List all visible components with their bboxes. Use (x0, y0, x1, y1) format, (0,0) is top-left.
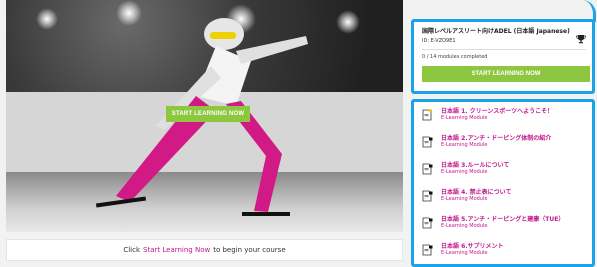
course-info-panel: 国際レベルアスリート向けADEL (日本語 Japanese) ID: E-VZ… (411, 19, 595, 94)
begin-hint-suffix: to begin your course (213, 246, 286, 254)
document-lock-icon (422, 217, 433, 229)
stadium-light (36, 8, 58, 30)
module-item[interactable]: 日本語 3.ルールについて E-Learning Module (422, 162, 588, 189)
document-lock-icon (422, 136, 433, 148)
module-item[interactable]: 日本語 1. クリーンスポーツへようこそ！ E-Learning Module (422, 108, 588, 135)
module-type: E-Learning Module (441, 196, 488, 202)
document-unlocked-icon (422, 109, 433, 121)
module-type: E-Learning Module (441, 115, 488, 121)
course-id: ID: E-VZO9E1 (422, 38, 456, 44)
document-lock-icon (422, 190, 433, 202)
module-item[interactable]: 日本語 2.アンチ・ドーピング体制の紹介 E-Learning Module (422, 135, 588, 162)
module-type: E-Learning Module (441, 169, 488, 175)
hero-start-learning-button[interactable]: START LEARNING NOW (166, 106, 250, 122)
course-title: 国際レベルアスリート向けADEL (日本語 Japanese) (422, 28, 570, 35)
module-title: 日本語 1. クリーンスポーツへようこそ！ (441, 108, 554, 115)
document-lock-icon (422, 244, 433, 256)
begin-course-hint: Click Start Learning Now to begin your c… (6, 239, 403, 261)
module-item[interactable]: 日本語 5.アンチ・ドーピングと建康（TUE） E-Learning Modul… (422, 216, 588, 243)
module-title: 日本語 3.ルールについて (441, 162, 510, 169)
course-page: START LEARNING NOW Click Start Learning … (0, 0, 597, 267)
start-learning-link[interactable]: Start Learning Now (143, 246, 210, 254)
module-list: 日本語 1. クリーンスポーツへようこそ！ E-Learning Module … (411, 99, 595, 267)
module-title: 日本語 5.アンチ・ドーピングと建康（TUE） (441, 216, 565, 223)
begin-hint-prefix: Click (123, 246, 141, 254)
modules-progress: 0 / 14 modules completed (422, 54, 488, 60)
document-lock-icon (422, 163, 433, 175)
info-divider (422, 49, 586, 50)
module-item[interactable]: 日本語 4. 禁止表について E-Learning Module (422, 189, 588, 216)
module-title: 日本語 4. 禁止表について (441, 189, 512, 196)
module-type: E-Learning Module (441, 223, 488, 229)
module-type: E-Learning Module (441, 142, 488, 148)
start-learning-button[interactable]: START LEARNING NOW (422, 66, 590, 82)
module-title: 日本語 6.サプリメント (441, 243, 504, 250)
module-item[interactable]: 日本語 6.サプリメント E-Learning Module (422, 243, 588, 267)
course-hero-image: START LEARNING NOW (6, 0, 403, 232)
trophy-icon (576, 35, 586, 44)
module-type: E-Learning Module (441, 250, 488, 256)
module-title: 日本語 2.アンチ・ドーピング体制の紹介 (441, 135, 552, 142)
